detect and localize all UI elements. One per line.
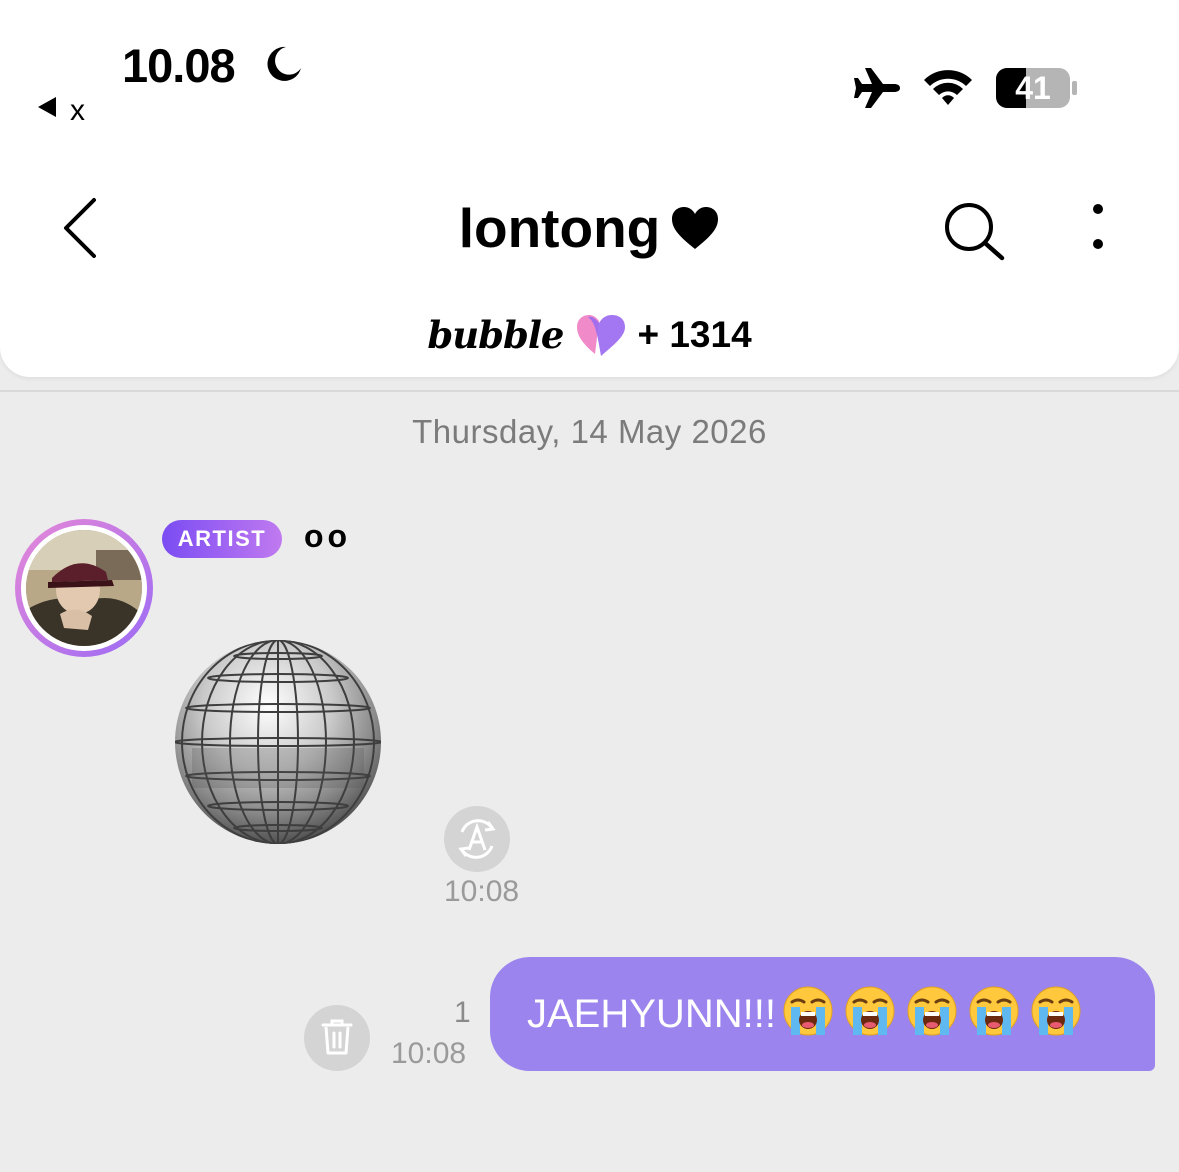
search-icon[interactable] (942, 200, 1008, 262)
delete-message-button[interactable] (304, 1005, 370, 1071)
loudly-crying-face-icon (844, 985, 896, 1037)
status-time: 10.08 (122, 39, 236, 92)
artist-badge: ARTIST (162, 520, 282, 558)
loudly-crying-face-icon (1030, 985, 1082, 1037)
avatar[interactable] (15, 519, 153, 657)
back-to-app-link[interactable]: x (38, 94, 85, 128)
chat-title-text: lontong (458, 197, 661, 259)
bubble-heart-icon (577, 315, 626, 356)
battery-icon: 41 (996, 66, 1078, 110)
airplane-icon (854, 68, 900, 108)
back-triangle-icon (38, 97, 56, 117)
disco-ball-sticker[interactable] (172, 638, 384, 846)
loudly-crying-face-icon (968, 985, 1020, 1037)
bubble-subscription-row: bubble + 1314 (0, 312, 1179, 358)
auto-translate-button[interactable] (444, 806, 510, 872)
outgoing-message-time: 10:08 (391, 1037, 467, 1070)
avatar-photo (26, 530, 142, 646)
header-divider (0, 390, 1179, 392)
back-app-label: x (70, 94, 85, 127)
date-separator: Thursday, 14 May 2026 (412, 413, 767, 450)
heart-icon (672, 207, 719, 249)
moon-icon (267, 46, 301, 81)
auto-translate-icon (458, 819, 496, 859)
loudly-crying-face-icon (906, 985, 958, 1037)
incoming-message-time: 10:08 (444, 875, 520, 908)
battery-level: 41 (1015, 70, 1051, 106)
sender-name: oo (304, 518, 352, 554)
outgoing-message-bubble[interactable]: JAEHYUNN!!! (490, 957, 1155, 1071)
wifi-icon (924, 70, 972, 105)
unread-count: 1 (454, 996, 471, 1029)
bubble-logo: bubble (427, 313, 564, 357)
loudly-crying-face-icon (782, 985, 834, 1037)
trash-icon (321, 1019, 353, 1055)
outgoing-message-text: JAEHYUNN!!! (527, 992, 776, 1036)
subscription-count: + 1314 (637, 314, 752, 355)
more-vertical-icon[interactable] (1084, 202, 1112, 254)
